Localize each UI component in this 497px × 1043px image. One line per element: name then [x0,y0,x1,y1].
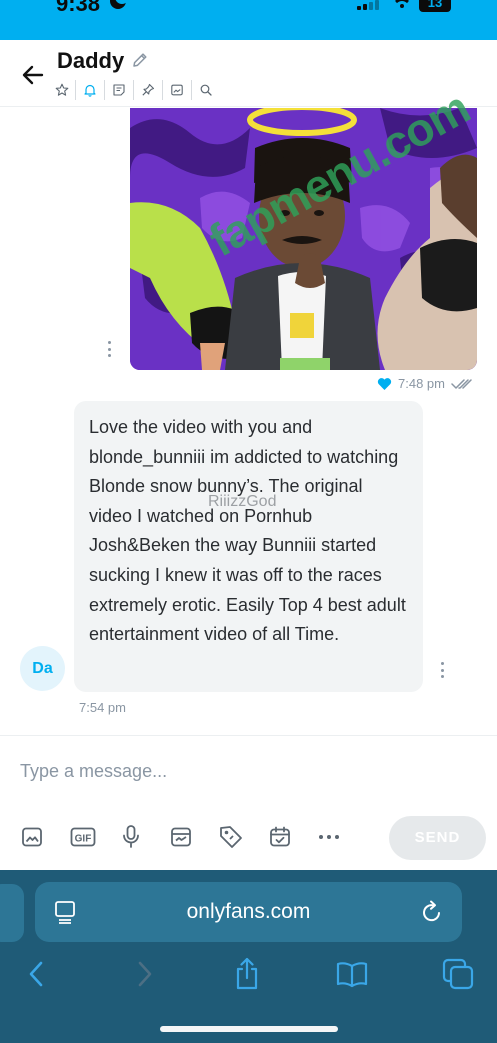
gif-icon[interactable]: GIF [70,823,120,851]
media-thumbnail [130,108,477,370]
received-message-text: Love the video with you and blonde_bunni… [89,417,406,645]
cellular-signal-icon [357,0,379,10]
forward-chevron-icon[interactable] [127,956,163,992]
address-bar[interactable]: onlyfans.com [35,882,462,942]
composer-tools: GIF [20,823,367,851]
browser-toolbar: onlyfans.com [0,870,497,1043]
chat-title[interactable]: Daddy [57,48,124,74]
notes-icon[interactable] [104,80,133,100]
favorite-star-icon[interactable] [55,80,75,100]
price-tag-icon[interactable] [218,823,268,851]
reload-icon[interactable] [420,899,444,925]
battery-indicator: 13 [419,0,451,12]
message-composer: GIF SEND [0,735,497,870]
pencil-edit-icon[interactable] [131,51,149,69]
received-time: 7:54 pm [79,700,126,715]
message-input[interactable] [20,756,470,786]
vault-icon[interactable] [169,823,219,851]
share-icon[interactable] [229,956,265,992]
chat-toolbar [55,80,220,100]
chat-header: Daddy [0,40,497,107]
received-message-bubble[interactable]: Love the video with you and blonde_bunni… [74,401,423,692]
image-icon[interactable] [20,823,70,851]
sent-message-menu[interactable] [106,341,112,357]
browser-nav-row [0,956,497,996]
gallery-icon[interactable] [162,80,191,100]
url-text: onlyfans.com [186,900,311,923]
back-arrow-icon[interactable] [18,60,48,90]
notification-bell-icon[interactable] [75,80,104,100]
previous-tab-preview[interactable] [0,884,24,942]
schedule-icon[interactable] [268,823,318,851]
received-message-menu[interactable] [439,662,445,678]
sent-time: 7:48 pm [398,376,445,391]
bookmarks-icon[interactable] [334,956,370,992]
send-button[interactable]: SEND [389,816,486,860]
avatar[interactable]: Da [20,646,65,691]
microphone-icon[interactable] [119,823,169,851]
media-message-image[interactable] [130,108,477,370]
sent-message-meta: 7:48 pm [377,376,473,391]
double-check-icon [451,378,472,389]
pin-icon[interactable] [133,80,162,100]
focus-moon-icon [110,0,129,9]
tabs-icon[interactable] [440,956,476,992]
back-chevron-icon[interactable] [18,956,54,992]
more-icon[interactable] [317,823,367,851]
wifi-icon [395,0,409,8]
svg-text:GIF: GIF [74,834,91,845]
overlay-username: RiiizzGod [208,493,277,510]
search-icon[interactable] [191,80,220,100]
home-indicator [160,1026,338,1032]
liked-heart-icon[interactable] [377,377,392,391]
status-time: 9:38 [56,0,101,16]
status-bar: 9:38 13 [0,0,497,40]
